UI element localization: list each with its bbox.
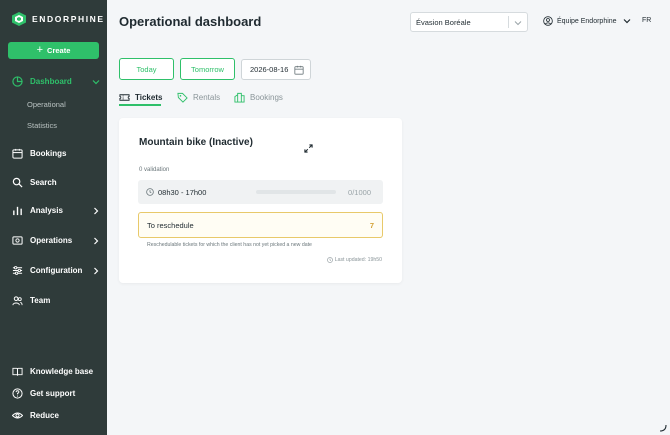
language-switch[interactable]: FR [642, 17, 651, 24]
nav-dashboard-label: Dashboard [30, 77, 72, 86]
pie-chart-icon [12, 76, 23, 87]
resize-handle-icon[interactable] [659, 424, 667, 432]
activity-card: Mountain bike (Inactive) 0 validation 08… [119, 118, 402, 283]
tab-rentals-label: Rentals [193, 93, 221, 102]
nav-knowledge-label: Knowledge base [30, 367, 94, 376]
date-picker[interactable]: 2026-08-16 [241, 59, 311, 80]
eye-icon [12, 412, 23, 419]
tab-rentals[interactable]: Rentals [177, 92, 220, 103]
nav-configuration[interactable]: Configuration [12, 265, 100, 276]
chevron-down-icon [92, 79, 100, 84]
reschedule-box[interactable]: To reschedule 7 [138, 212, 383, 238]
capacity-bar [256, 190, 336, 194]
sliders-icon [12, 266, 23, 275]
nav-dashboard[interactable]: Dashboard [12, 76, 100, 87]
today-button[interactable]: Today [119, 58, 174, 80]
chevron-right-icon [94, 237, 99, 244]
nav-analysis[interactable]: Analysis [12, 205, 100, 216]
create-button[interactable]: + Create [8, 42, 99, 59]
page-title: Operational dashboard [119, 14, 262, 29]
ticket-icon [119, 94, 130, 101]
create-label: Create [47, 46, 71, 55]
time-slot[interactable]: 08h30 - 17h00 0/1000 [138, 180, 383, 204]
site-select[interactable]: Évasion Boréale [410, 12, 528, 32]
nav-search[interactable]: Search [12, 177, 100, 188]
nav-reduce[interactable]: Reduce [12, 410, 100, 421]
select-divider [508, 16, 509, 28]
tomorrow-button[interactable]: Tomorrow [180, 58, 235, 80]
nav-operations[interactable]: Operations [12, 235, 100, 246]
logo-icon [12, 12, 26, 26]
site-select-value: Évasion Boréale [416, 17, 471, 27]
date-value: 2026-08-16 [250, 65, 289, 74]
last-updated-text: Last updated: 19h50 [334, 257, 382, 263]
validation-count: 0 validation [139, 167, 170, 173]
tab-tickets[interactable]: Tickets [119, 92, 162, 103]
tab-bookings-label: Bookings [250, 93, 283, 102]
nav-bookings-label: Bookings [30, 149, 67, 158]
users-icon [12, 296, 23, 306]
nav-bookings[interactable]: Bookings [12, 148, 100, 159]
nav-search-label: Search [30, 178, 57, 187]
brand-name: ENDORPHINE [32, 14, 105, 24]
expand-icon[interactable] [304, 144, 313, 153]
operations-icon [12, 236, 23, 245]
slot-time: 08h30 - 17h00 [158, 187, 207, 197]
nav-reduce-label: Reduce [30, 411, 59, 420]
tag-icon [177, 92, 188, 103]
bar-chart-icon [13, 206, 22, 216]
activity-title: Mountain bike (Inactive) [139, 137, 253, 148]
sidebar: ENDORPHINE + Create Dashboard Operationa… [0, 0, 107, 435]
nav-support-label: Get support [30, 389, 76, 398]
nav-analysis-label: Analysis [30, 206, 63, 215]
nav-knowledge-base[interactable]: Knowledge base [12, 366, 100, 377]
book-icon [12, 367, 23, 376]
nav-sub-statistics[interactable]: Statistics [27, 121, 57, 130]
search-icon [12, 177, 23, 188]
slot-count: 0/1000 [348, 187, 371, 197]
chevron-down-icon [623, 19, 630, 24]
team-name: Équipe Endorphine [557, 17, 617, 25]
calendar-icon [294, 65, 304, 75]
reschedule-count: 7 [369, 220, 374, 230]
nav-team[interactable]: Team [12, 295, 100, 306]
reschedule-description: Reschedulable tickets for which the clie… [147, 242, 312, 248]
calendar-icon [12, 148, 23, 159]
logo[interactable]: ENDORPHINE [12, 12, 105, 26]
nav-get-support[interactable]: Get support [12, 388, 100, 399]
clock-icon [326, 257, 333, 263]
nav-operations-label: Operations [30, 236, 73, 245]
nav-team-label: Team [30, 296, 51, 305]
plus-icon: + [36, 44, 44, 56]
nav-sub-operational[interactable]: Operational [27, 100, 66, 109]
user-circle-icon [543, 16, 553, 26]
active-tab-indicator [119, 104, 161, 106]
building-icon [234, 92, 245, 103]
chevron-down-icon [514, 21, 522, 26]
last-updated: Last updated: 19h50 [326, 257, 382, 263]
chevron-right-icon [94, 267, 99, 274]
chevron-right-icon [94, 207, 99, 214]
nav-configuration-label: Configuration [30, 266, 83, 275]
tab-tickets-label: Tickets [135, 93, 163, 102]
clock-icon [146, 188, 154, 196]
team-selector[interactable]: Équipe Endorphine [543, 16, 631, 26]
help-circle-icon [12, 388, 23, 399]
reschedule-label: To reschedule [147, 220, 194, 230]
tab-bookings[interactable]: Bookings [234, 92, 283, 103]
